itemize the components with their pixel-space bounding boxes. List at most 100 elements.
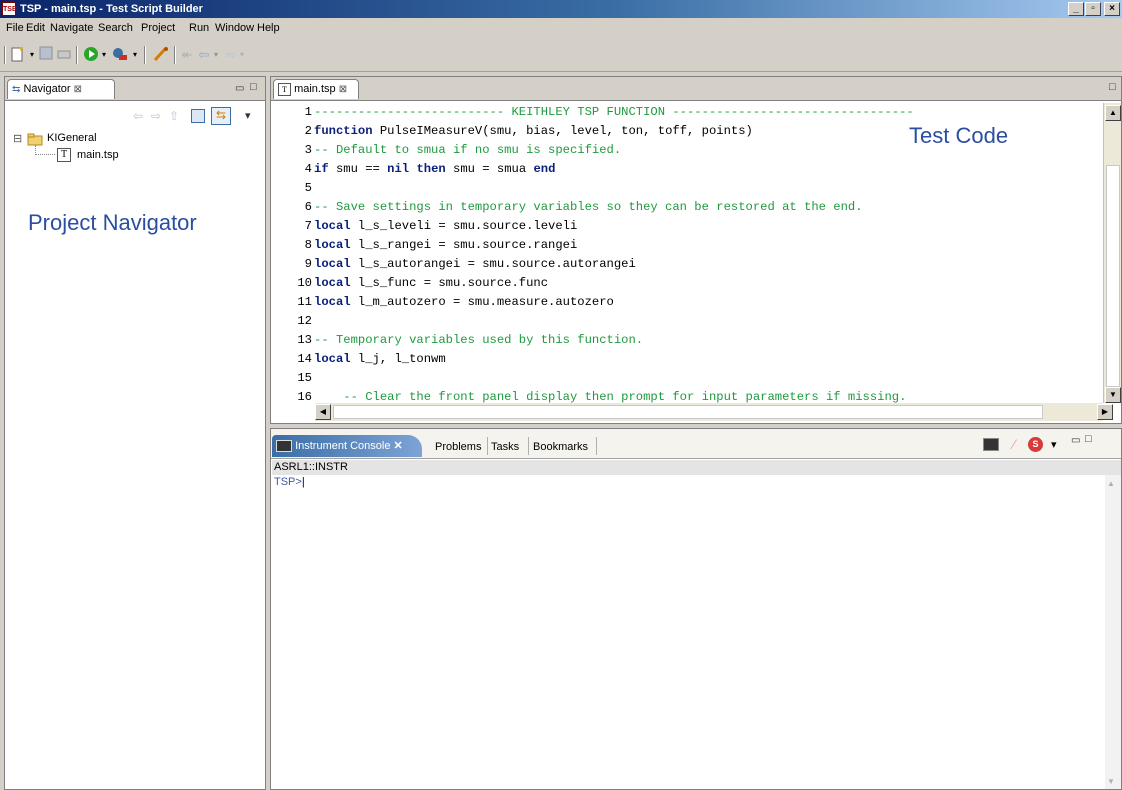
code-token: l_s_leveli = smu.source.leveli	[350, 219, 578, 233]
up-icon[interactable]: ⇧	[169, 109, 183, 125]
view-menu-icon[interactable]: ▾	[245, 109, 251, 122]
menu-search[interactable]: Search	[98, 21, 133, 35]
menu-window[interactable]: Window	[215, 21, 254, 35]
code-keyword: end	[533, 162, 556, 176]
line-number: 14	[297, 352, 312, 366]
scroll-down-button[interactable]: ▼	[1105, 387, 1121, 403]
print-icon[interactable]	[56, 46, 72, 64]
title-bar: TSB TSP - main.tsp - Test Script Builder…	[0, 0, 1122, 18]
console-resource-label: ASRL1::INSTR	[272, 460, 1121, 475]
last-edit-icon[interactable]: ↞	[180, 46, 194, 64]
scroll-left-button[interactable]: ◀	[315, 404, 331, 420]
menu-edit[interactable]: Edit	[26, 21, 45, 35]
forward-icon[interactable]: ⇨	[151, 109, 165, 125]
editor-tabstrip: T main.tsp ⊠ □	[271, 77, 1121, 101]
menu-navigate[interactable]: Navigate	[50, 21, 93, 35]
back-dropdown-icon[interactable]: ▾	[212, 46, 220, 64]
close-icon[interactable]: ⊠	[339, 84, 347, 95]
stop-icon[interactable]: S	[1028, 437, 1043, 452]
toolbar-separator	[174, 46, 176, 64]
code-keyword: local	[314, 257, 351, 271]
tab-problems[interactable]: Problems	[435, 439, 481, 455]
maximize-icon[interactable]: □	[1109, 81, 1116, 93]
maximize-icon[interactable]: □	[250, 81, 257, 93]
maximize-icon[interactable]: □	[1085, 433, 1092, 445]
scroll-track[interactable]	[1106, 165, 1120, 387]
editor-tab-label: main.tsp	[294, 83, 336, 95]
minimize-icon[interactable]: ▭	[235, 83, 244, 94]
window-close-button[interactable]: ×	[1104, 2, 1120, 16]
toolbar-separator	[144, 46, 146, 64]
menu-run[interactable]: Run	[189, 21, 209, 35]
navigator-tabstrip: ⇆ Navigator ⊠ ▭ □	[5, 77, 265, 101]
code-token: l_s_autorangei = smu.source.autorangei	[350, 257, 636, 271]
menu-help[interactable]: Help	[257, 21, 280, 35]
back-icon[interactable]: ⇦	[133, 109, 147, 125]
tab-divider	[528, 437, 529, 455]
close-icon[interactable]: ✕	[394, 440, 403, 452]
editor-horizontal-scrollbar[interactable]: ◀	[315, 403, 1103, 421]
scroll-thumb[interactable]	[333, 405, 1043, 419]
editor-vertical-scrollbar[interactable]: ▲ ▼	[1103, 103, 1121, 403]
scroll-right-button[interactable]: ▶	[1097, 404, 1113, 420]
tree-expander-icon[interactable]: ⊟	[13, 133, 25, 145]
tab-bookmarks: Bookmarks	[533, 441, 589, 453]
code-text: local l_s_autorangei = smu.source.autora…	[314, 255, 636, 274]
code-token: l_m_autozero = smu.measure.autozero	[350, 295, 614, 309]
window-minimize-button[interactable]: _	[1068, 2, 1084, 16]
new-dropdown-icon[interactable]: ▾	[28, 46, 36, 64]
save-icon[interactable]	[38, 46, 54, 64]
scroll-down-button[interactable]: ▼	[1107, 777, 1115, 786]
line-number: 7	[304, 219, 312, 233]
tab-instrument-console[interactable]: Instrument Console ✕	[272, 435, 422, 457]
back-icon[interactable]: ⇦	[196, 46, 212, 64]
tab-navigator[interactable]: ⇆ Navigator ⊠	[7, 79, 115, 99]
tree-item-project[interactable]: KIGeneral	[47, 132, 97, 144]
tab-main-tsp[interactable]: T main.tsp ⊠	[273, 79, 359, 99]
code-text: local l_m_autozero = smu.measure.autozer…	[314, 293, 614, 312]
line-number: 10	[297, 276, 312, 290]
code-text: local l_s_leveli = smu.source.leveli	[314, 217, 577, 236]
menu-file[interactable]: File	[6, 21, 24, 35]
test-code-annotation: Test Code	[909, 123, 1009, 148]
console-vertical-scrollbar[interactable]: ▲ ▼	[1105, 475, 1121, 789]
link-editor-icon[interactable]: ⇆	[211, 107, 231, 125]
debug-icon[interactable]	[111, 46, 129, 64]
clear-icon[interactable]: ⁄	[1013, 436, 1015, 452]
code-text: -- Clear the front panel display then pr…	[314, 388, 906, 403]
scroll-up-button[interactable]: ▲	[1107, 479, 1115, 488]
terminal-icon[interactable]	[983, 438, 999, 451]
forward-icon[interactable]: ⇨	[224, 46, 238, 64]
code-token: l_s_rangei = smu.source.rangei	[350, 238, 578, 252]
close-icon[interactable]: ⊠	[74, 84, 82, 95]
view-menu-icon[interactable]: ▾	[1051, 438, 1057, 451]
collapse-all-icon[interactable]	[191, 109, 205, 123]
code-keyword: function	[314, 124, 373, 138]
menu-project[interactable]: Project	[141, 21, 175, 35]
code-text: local l_s_rangei = smu.source.rangei	[314, 236, 577, 255]
minimize-icon[interactable]: ▭	[1071, 435, 1080, 446]
run-icon[interactable]	[83, 46, 99, 64]
code-token: PulseIMeasureV(smu, bias, level, ton, to…	[372, 124, 753, 138]
code-keyword: local	[314, 276, 351, 290]
window-maximize-button[interactable]: ▫	[1085, 2, 1101, 16]
toolbar-separator	[76, 46, 78, 64]
run-dropdown-icon[interactable]: ▾	[100, 46, 108, 64]
new-icon[interactable]	[10, 46, 26, 64]
code-keyword: local	[314, 352, 351, 366]
line-number: 16	[297, 390, 312, 403]
folder-icon	[27, 132, 43, 146]
code-token: smu ==	[328, 162, 388, 176]
forward-dropdown-icon[interactable]: ▾	[238, 46, 246, 64]
console-prompt[interactable]: TSP>|	[274, 475, 305, 489]
tree-item-file[interactable]: main.tsp	[77, 149, 119, 161]
code-text: -- Temporary variables used by this func…	[314, 331, 643, 350]
debug-dropdown-icon[interactable]: ▾	[131, 46, 139, 64]
line-number: 12	[297, 314, 312, 328]
tab-tasks[interactable]: Tasks	[491, 439, 519, 455]
navigator-panel: ⇆ Navigator ⊠ ▭ □ ⇦ ⇨ ⇧ ⇆ ▾ ⊟ KIGeneral …	[4, 76, 266, 790]
code-comment: -------------------------- KEITHLEY TSP …	[314, 105, 914, 119]
tool-icon[interactable]	[152, 46, 170, 64]
line-number: 1	[304, 105, 312, 119]
scroll-up-button[interactable]: ▲	[1105, 105, 1121, 121]
